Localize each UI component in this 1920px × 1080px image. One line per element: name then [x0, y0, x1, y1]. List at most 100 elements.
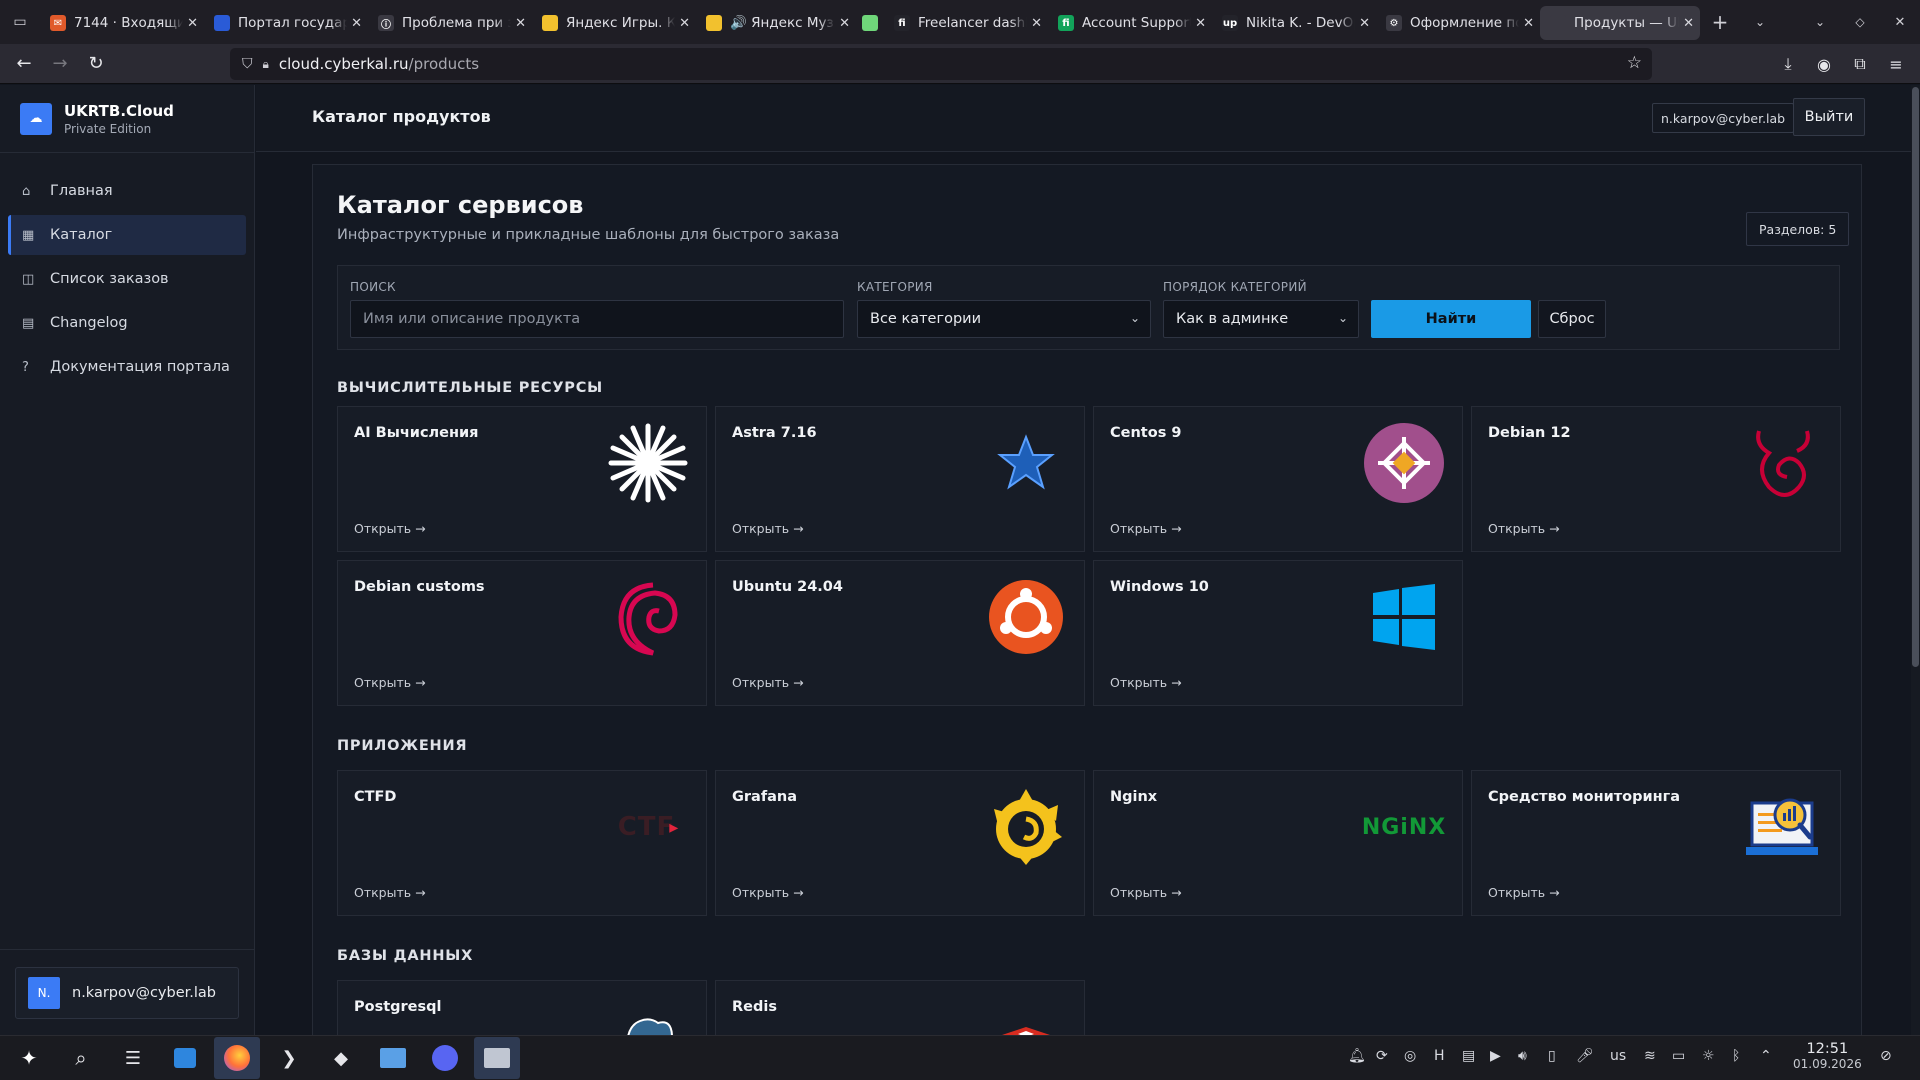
notifications-icon[interactable]: 🔔︎ [1348, 1048, 1366, 1064]
clock[interactable]: 12:51 01.09.2026 [1793, 1041, 1862, 1071]
open-link[interactable]: Открыть → [354, 675, 426, 690]
search-icon[interactable]: ⌕ [58, 1037, 104, 1079]
close-tab-icon[interactable]: ✕ [515, 16, 526, 31]
bluetooth-icon[interactable]: ᛒ [1732, 1048, 1740, 1064]
order-select[interactable]: Как в админке ⌄ [1163, 300, 1359, 338]
bookmark-star-icon[interactable]: ☆ [1627, 53, 1642, 73]
firefox-icon[interactable] [214, 1037, 260, 1079]
brightness-icon[interactable]: ☼ [1702, 1048, 1715, 1064]
product-card-postgresql[interactable]: Postgresql Открыть → [337, 980, 707, 1035]
discord-icon[interactable] [422, 1037, 468, 1079]
show-desktop-icon[interactable]: ⊘ [1880, 1048, 1892, 1064]
discord-tray-icon[interactable]: ◎ [1404, 1048, 1416, 1064]
open-link[interactable]: Открыть → [354, 885, 426, 900]
browser-tab[interactable]: ⓘ Проблема при запуске✕ [368, 6, 532, 40]
sidebar-item-docs[interactable]: ? Документация портала [8, 347, 246, 387]
box-app-icon[interactable]: ◆ [318, 1037, 364, 1079]
sidebar-item-orders[interactable]: ◫ Список заказов [8, 259, 246, 299]
page-scrollbar[interactable] [1911, 85, 1920, 1035]
browser-tab[interactable]: fi Freelancer dashboard ✕ [884, 6, 1048, 40]
browser-tab[interactable]: up Nikita K. - DevOps ✕ [1212, 6, 1376, 40]
open-link[interactable]: Открыть → [1110, 521, 1182, 536]
close-tab-icon[interactable]: ✕ [679, 16, 690, 31]
logout-button[interactable]: Выйти [1793, 98, 1865, 136]
tray-expand-icon[interactable]: ⌃ [1760, 1048, 1772, 1064]
close-tab-icon[interactable]: ✕ [1683, 16, 1694, 31]
product-card-debian-customs[interactable]: Debian customs Открыть → [337, 560, 707, 706]
extensions-icon[interactable]: ⧉ [1842, 48, 1878, 80]
browser-tab[interactable]: ✉ 7144 · Входящие ✕ [40, 6, 204, 40]
product-card-grafana[interactable]: Grafana Открыть → [715, 770, 1085, 916]
downloads-icon[interactable]: ⤓ [1770, 48, 1806, 80]
forward-icon[interactable]: → [42, 48, 78, 80]
search-input[interactable]: Имя или описание продукта [350, 300, 844, 338]
tray-app-icon[interactable]: H [1434, 1048, 1445, 1064]
back-icon[interactable]: ← [6, 48, 42, 80]
account-icon[interactable]: ◉ [1806, 48, 1842, 80]
app-launcher-icon[interactable]: ✦ [6, 1037, 52, 1079]
menu-icon[interactable]: ≡ [1878, 48, 1914, 80]
screenshot-app-icon[interactable] [474, 1037, 520, 1079]
scrollbar-thumb[interactable] [1912, 87, 1919, 667]
category-select[interactable]: Все категории ⌄ [857, 300, 1151, 338]
close-tab-icon[interactable]: ✕ [839, 16, 850, 31]
sidebar-item-home[interactable]: ⌂ Главная [8, 171, 246, 211]
browser-tab[interactable]: Портал государственных услуг✕ [204, 6, 368, 40]
product-card-ai[interactable]: AI Вычисления Открыть → [337, 406, 707, 552]
close-tab-icon[interactable]: ✕ [351, 16, 362, 31]
open-link[interactable]: Открыть → [732, 521, 804, 536]
sidebar-item-catalog[interactable]: ▦ Каталог [8, 215, 246, 255]
open-link[interactable]: Открыть → [1110, 675, 1182, 690]
product-card-ubuntu[interactable]: Ubuntu 24.04 Открыть → [715, 560, 1085, 706]
sidebar-item-changelog[interactable]: ▤ Changelog [8, 303, 246, 343]
close-tab-icon[interactable]: ✕ [187, 16, 198, 31]
browser-tab[interactable]: ⚙ Оформление по ✕ [1376, 6, 1540, 40]
find-button[interactable]: Найти [1371, 300, 1531, 338]
browser-tab[interactable] [856, 6, 884, 40]
close-tab-icon[interactable]: ✕ [1031, 16, 1042, 31]
url-bar[interactable]: ⛉ 🔒︎ cloud.cyberkal.ru/products ☆ [230, 48, 1652, 80]
browser-tab[interactable]: fi Account Support ✕ [1048, 6, 1212, 40]
close-tab-icon[interactable]: ✕ [1359, 16, 1370, 31]
browser-tab[interactable]: Продукты — UKRTB.Cloud ✕ [1540, 6, 1700, 40]
product-card-ctfd[interactable]: CTFD CTF ▸ Открыть → [337, 770, 707, 916]
product-card-windows[interactable]: Windows 10 Открыть → [1093, 560, 1463, 706]
open-link[interactable]: Открыть → [1488, 521, 1560, 536]
product-card-monitoring[interactable]: Средство мониторинга Открыть → [1471, 770, 1841, 916]
open-link[interactable]: Открыть → [732, 885, 804, 900]
lock-icon[interactable]: 🔒︎ [263, 57, 269, 72]
media-play-icon[interactable]: ▶ [1490, 1048, 1501, 1064]
close-tab-icon[interactable]: ✕ [1523, 16, 1534, 31]
user-card[interactable]: N. n.karpov@cyber.lab [15, 967, 239, 1019]
close-window-icon[interactable]: ✕ [1880, 0, 1920, 44]
close-tab-icon[interactable]: ✕ [1195, 16, 1206, 31]
browser-tab[interactable]: 🔊 Яндекс Музыка ✕ [696, 6, 856, 40]
wifi-icon[interactable]: ≋ [1644, 1048, 1656, 1064]
battery-icon[interactable]: ▭ [1672, 1048, 1685, 1064]
tab-list-icon[interactable]: ▭ [0, 0, 40, 44]
new-tab-icon[interactable]: + [1700, 0, 1740, 44]
open-link[interactable]: Открыть → [1110, 885, 1182, 900]
product-card-centos[interactable]: Centos 9 Открыть → [1093, 406, 1463, 552]
sync-icon[interactable]: ⟳ [1376, 1048, 1388, 1064]
reload-icon[interactable]: ↻ [78, 48, 114, 80]
keyboard-layout[interactable]: us [1610, 1048, 1626, 1064]
product-card-debian12[interactable]: Debian 12 Открыть → [1471, 406, 1841, 552]
product-card-redis[interactable]: Redis Открыть → [715, 980, 1085, 1035]
brand[interactable]: ☁ UKRTB.Cloud Private Edition [0, 85, 254, 153]
terminal-icon[interactable]: ❯ [266, 1037, 312, 1079]
minimize-icon[interactable]: ⌄ [1800, 0, 1840, 44]
tab-overflow-chevron-icon[interactable]: ⌄ [1740, 0, 1780, 44]
maximize-icon[interactable]: ◇ [1840, 0, 1880, 44]
open-link[interactable]: Открыть → [1488, 885, 1560, 900]
product-card-nginx[interactable]: Nginx NGiNX Открыть → [1093, 770, 1463, 916]
settings-sliders-icon[interactable]: ☰ [110, 1037, 156, 1079]
browser-tab[interactable]: Яндекс Игры. Каталог✕ [532, 6, 696, 40]
clipboard-icon[interactable]: ▤ [1462, 1048, 1475, 1064]
reset-button[interactable]: Сброс [1538, 300, 1606, 338]
file-manager-icon[interactable] [370, 1037, 416, 1079]
product-card-astra[interactable]: Astra 7.16 Открыть → [715, 406, 1085, 552]
microphone-icon[interactable]: 🎤︎ [1576, 1048, 1594, 1064]
store-icon[interactable] [162, 1037, 208, 1079]
open-link[interactable]: Открыть → [732, 675, 804, 690]
